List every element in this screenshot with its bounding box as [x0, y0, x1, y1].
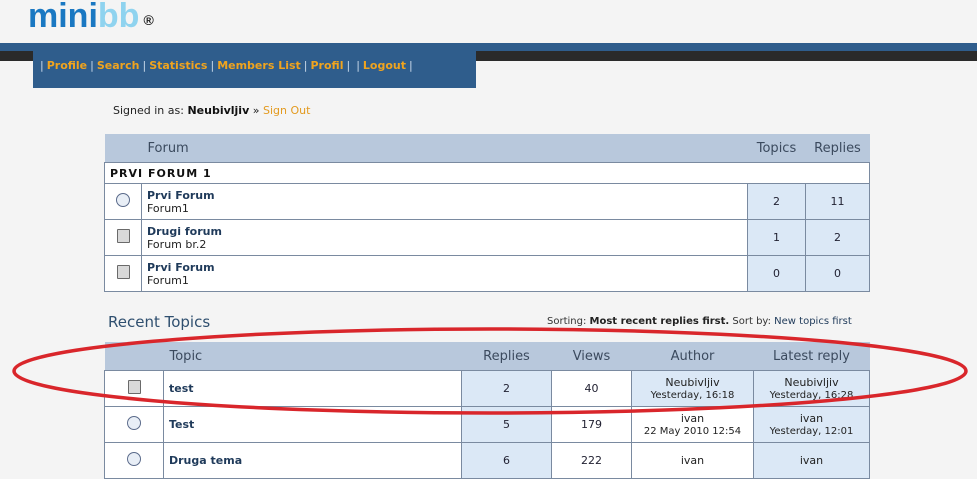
annotation-ellipse: [12, 327, 968, 415]
annotation-overlay: [12, 327, 968, 415]
